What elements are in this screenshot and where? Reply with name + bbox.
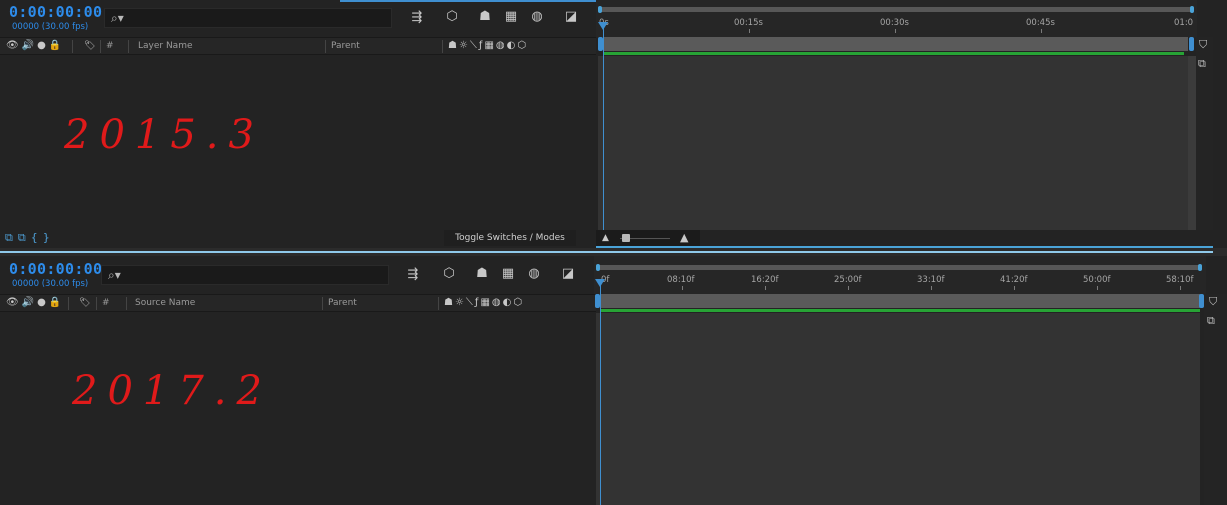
tick-label: 33:10f [917, 275, 945, 285]
draft-3d-icon[interactable]: ⬡ [440, 267, 458, 281]
time-navigator-start[interactable] [596, 264, 600, 271]
frame-blending-icon[interactable]: ▦ [502, 10, 520, 24]
comp-button-icon[interactable]: ⧉ [1207, 314, 1215, 328]
version-annotation: 2015.3 [64, 112, 264, 158]
label-color-icon[interactable]: 🏷 [79, 298, 90, 308]
parent-column[interactable]: Parent [331, 41, 360, 51]
frame-rate-label: 00000 (30.00 fps) [12, 22, 89, 32]
timeline-panel-2015: 0:00:00:00 00000 (30.00 fps) ⌕▾ ⇶ ⬡ ☗ ▦ … [0, 0, 1227, 248]
label-color-icon[interactable]: 🏷 [84, 41, 95, 51]
work-area-bar[interactable] [600, 294, 1200, 308]
comp-marker-bin-icon[interactable]: ⛉ [1199, 38, 1207, 52]
av-features-icons[interactable]: 👁🔊●🔒 [6, 297, 64, 308]
comp-button-icon[interactable]: ⧉ [1198, 57, 1206, 71]
tick-label: 00:30s [880, 18, 909, 28]
time-navigator-end[interactable] [1190, 6, 1194, 13]
shy-layers-icon[interactable]: ☗ [476, 10, 494, 24]
time-ruler[interactable]: 0f 08:10f 16:20f 25:00f 33:10f 41:20f 50… [594, 256, 1206, 294]
source-name-column[interactable]: Source Name [135, 298, 195, 308]
render-status-bar [603, 52, 1184, 55]
tick-label: 25:00f [834, 275, 862, 285]
draft-3d-icon[interactable]: ⬡ [443, 10, 461, 24]
parent-column[interactable]: Parent [328, 298, 357, 308]
current-time-display[interactable]: 0:00:00:00 [9, 3, 102, 21]
tick-label: 08:10f [667, 275, 695, 285]
layer-number-column: # [102, 298, 110, 308]
layer-track-area[interactable] [596, 313, 1200, 505]
tick-label: 50:00f [1083, 275, 1111, 285]
layer-track-area[interactable] [598, 56, 1188, 230]
time-navigator-bar[interactable] [600, 7, 1193, 12]
zoom-slider-knob[interactable] [622, 234, 630, 242]
frame-blending-icon[interactable]: ▦ [499, 267, 517, 281]
current-time-indicator[interactable] [603, 28, 604, 230]
comp-marker-bin-icon[interactable]: ⛉ [1209, 295, 1217, 309]
layer-column-header: 👁🔊●🔒 🏷 # Source Name Parent ☗☼⟍ƒ▦◍◐⬡ [0, 294, 596, 312]
time-navigator-start[interactable] [598, 6, 602, 13]
tick-label: 00:45s [1026, 18, 1055, 28]
tick-label: 41:20f [1000, 275, 1028, 285]
vertical-scrollbar[interactable] [1188, 56, 1196, 230]
timeline-footer: ⧉⧉{} Toggle Switches / Modes [0, 230, 596, 246]
tick-label: 01:0 [1174, 18, 1194, 28]
composition-mini-flowchart-icon[interactable]: ⇶ [404, 268, 422, 282]
tick-label: 00:15s [734, 18, 763, 28]
layer-search-input[interactable]: ⌕▾ [104, 8, 392, 28]
frame-rate-label: 00000 (30.00 fps) [12, 279, 89, 289]
current-time-display[interactable]: 0:00:00:00 [9, 260, 102, 278]
panel-divider [0, 248, 1227, 256]
timeline-side-column: ⛉ ⧉ [1196, 37, 1213, 230]
version-annotation: 2017.2 [72, 368, 272, 414]
motion-blur-icon[interactable]: ◍ [525, 267, 543, 281]
motion-blur-icon[interactable]: ◍ [528, 10, 546, 24]
search-icon: ⌕▾ [108, 268, 121, 282]
timeline-zoom-control: ▲ ▲ [596, 230, 700, 246]
composition-mini-flowchart-icon[interactable]: ⇶ [408, 11, 426, 25]
panel-focus-accent [340, 0, 600, 2]
layer-number-column: # [106, 41, 114, 51]
tick-label: 16:20f [751, 275, 779, 285]
layer-switches-icons[interactable]: ☗☼⟍ƒ▦◍◐⬡ [444, 297, 524, 308]
zoom-out-icon[interactable]: ▲ [602, 233, 609, 243]
timeline-side-column: ⛉ ⧉ [1204, 294, 1227, 505]
search-icon: ⌕▾ [111, 11, 124, 25]
time-navigator-end[interactable] [1198, 264, 1202, 271]
tick-label: 58:10f [1166, 275, 1194, 285]
work-area-bar[interactable] [603, 37, 1188, 51]
graph-editor-icon[interactable]: ◪ [559, 267, 577, 281]
av-features-icons[interactable]: 👁🔊●🔒 [6, 40, 64, 51]
work-area-end-handle[interactable] [1189, 37, 1194, 51]
layer-switches-icons[interactable]: ☗☼⟍ƒ▦◍◐⬡ [448, 40, 528, 51]
timeline-panel-2017: 0:00:00:00 00000 (30.00 fps) ⌕▾ ⇶ ⬡ ☗ ▦ … [0, 256, 1227, 505]
shy-layers-icon[interactable]: ☗ [473, 267, 491, 281]
time-ruler[interactable]: 0s 00:15s 00:30s 00:45s 01:0 [596, 0, 1197, 37]
layer-name-column[interactable]: Layer Name [138, 41, 193, 51]
footer-pane-toggle-icons[interactable]: ⧉⧉{} [5, 231, 55, 245]
current-time-indicator[interactable] [600, 285, 601, 505]
toggle-switches-modes-button[interactable]: Toggle Switches / Modes [444, 230, 576, 246]
render-status-bar [600, 309, 1200, 312]
graph-editor-icon[interactable]: ◪ [562, 10, 580, 24]
zoom-in-icon[interactable]: ▲ [680, 231, 688, 244]
layer-column-header: 👁🔊●🔒 🏷 # Layer Name Parent ☗☼⟍ƒ▦◍◐⬡ [0, 37, 596, 55]
time-navigator-bar[interactable] [598, 265, 1202, 270]
layer-search-input[interactable]: ⌕▾ [101, 265, 389, 285]
